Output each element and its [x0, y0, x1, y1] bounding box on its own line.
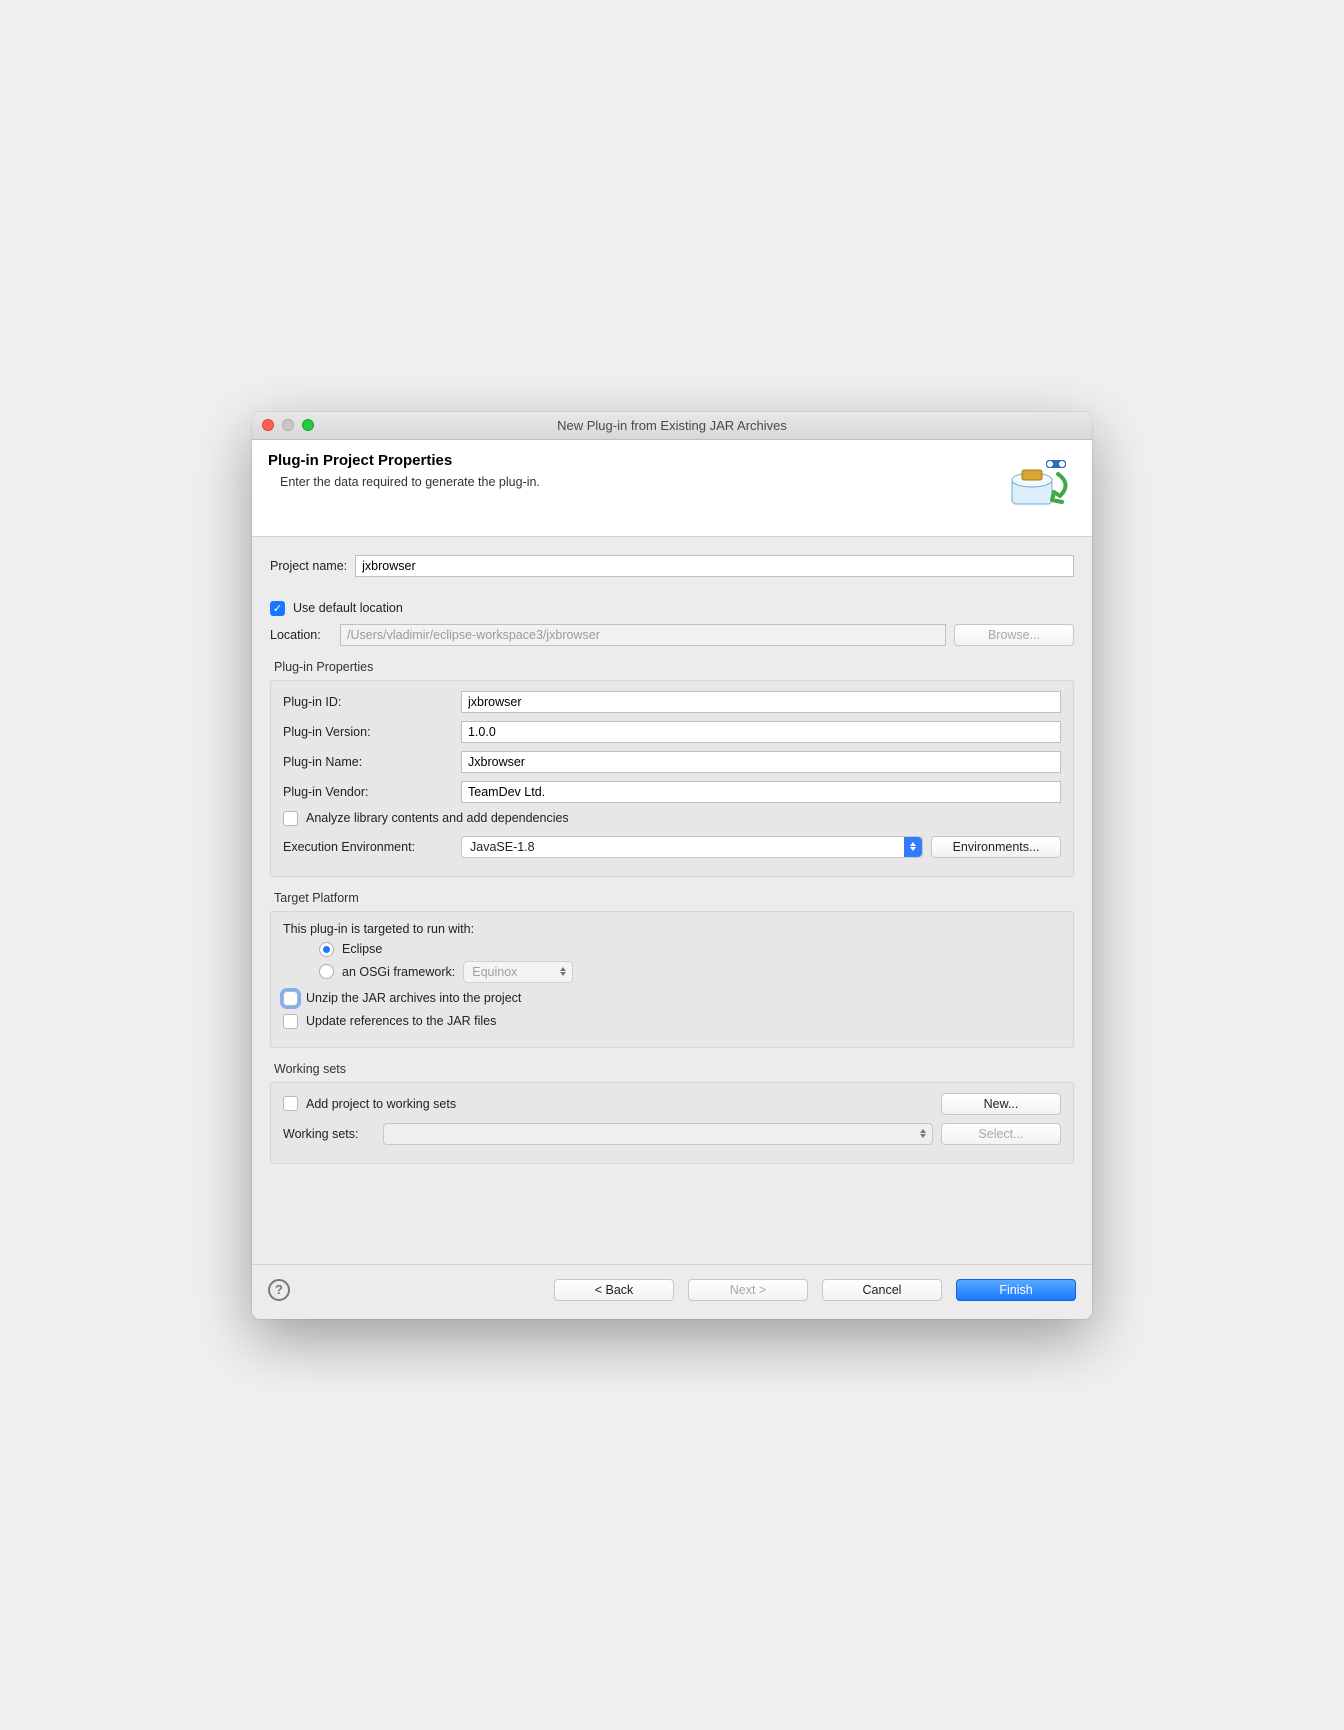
- unzip-jars-label: Unzip the JAR archives into the project: [306, 991, 521, 1005]
- update-refs-checkbox[interactable]: Update references to the JAR files: [283, 1014, 1061, 1029]
- use-default-location-checkbox[interactable]: ✓ Use default location: [270, 601, 1074, 616]
- target-intro: This plug-in is targeted to run with:: [283, 922, 1061, 936]
- unzip-jars-checkbox[interactable]: Unzip the JAR archives into the project: [283, 991, 1061, 1006]
- plugin-name-label: Plug-in Name:: [283, 755, 453, 769]
- radio-empty-icon: [319, 964, 334, 979]
- checkbox-focused-icon: [283, 991, 298, 1006]
- execution-env-label: Execution Environment:: [283, 840, 453, 854]
- wizard-window: New Plug-in from Existing JAR Archives P…: [252, 412, 1092, 1319]
- plugin-name-input[interactable]: [461, 751, 1061, 773]
- help-icon[interactable]: ?: [268, 1279, 290, 1301]
- project-name-label: Project name:: [270, 559, 347, 573]
- project-name-input[interactable]: [355, 555, 1074, 577]
- use-default-location-label: Use default location: [293, 601, 403, 615]
- wizard-jar-icon: [1004, 452, 1076, 524]
- execution-env-select[interactable]: JavaSE-1.8: [461, 836, 923, 858]
- next-button: Next >: [688, 1279, 808, 1301]
- window-title: New Plug-in from Existing JAR Archives: [252, 418, 1092, 433]
- working-sets-label: Working sets:: [283, 1127, 375, 1141]
- location-label: Location:: [270, 628, 332, 642]
- add-to-working-sets-checkbox[interactable]: Add project to working sets: [283, 1096, 456, 1111]
- new-working-set-button[interactable]: New...: [941, 1093, 1061, 1115]
- environments-button[interactable]: Environments...: [931, 836, 1061, 858]
- close-icon[interactable]: [262, 419, 274, 431]
- checkmark-icon: ✓: [270, 601, 285, 616]
- working-sets-select: [383, 1123, 933, 1145]
- page-title: Plug-in Project Properties: [268, 452, 1004, 469]
- analyze-dependencies-label: Analyze library contents and add depende…: [306, 811, 569, 825]
- select-working-set-button: Select...: [941, 1123, 1061, 1145]
- plugin-version-input[interactable]: [461, 721, 1061, 743]
- plugin-version-label: Plug-in Version:: [283, 725, 453, 739]
- titlebar: New Plug-in from Existing JAR Archives: [252, 412, 1092, 440]
- updown-icon: [914, 1124, 932, 1144]
- plugin-properties-title: Plug-in Properties: [274, 660, 1074, 674]
- target-osgi-label: an OSGi framework:: [342, 965, 455, 979]
- target-osgi-radio[interactable]: an OSGi framework: Equinox: [319, 961, 1061, 983]
- target-eclipse-label: Eclipse: [342, 942, 382, 956]
- checkbox-empty-icon: [283, 1096, 298, 1111]
- updown-icon: [554, 962, 572, 982]
- target-platform-group: This plug-in is targeted to run with: Ec…: [270, 911, 1074, 1048]
- updown-icon: [904, 837, 922, 857]
- minimize-icon: [282, 419, 294, 431]
- browse-button: Browse...: [954, 624, 1074, 646]
- target-platform-title: Target Platform: [274, 891, 1074, 905]
- plugin-id-label: Plug-in ID:: [283, 695, 453, 709]
- back-button[interactable]: < Back: [554, 1279, 674, 1301]
- target-eclipse-radio[interactable]: Eclipse: [319, 942, 1061, 957]
- checkbox-empty-icon: [283, 811, 298, 826]
- wizard-header: Plug-in Project Properties Enter the dat…: [252, 440, 1092, 537]
- working-sets-group: Add project to working sets New... Worki…: [270, 1082, 1074, 1164]
- wizard-body: Project name: ✓ Use default location Loc…: [252, 537, 1092, 1264]
- location-input: [340, 624, 946, 646]
- plugin-vendor-label: Plug-in Vendor:: [283, 785, 453, 799]
- plugin-id-input[interactable]: [461, 691, 1061, 713]
- wizard-footer: ? < Back Next > Cancel Finish: [252, 1264, 1092, 1319]
- osgi-framework-select: Equinox: [463, 961, 573, 983]
- checkbox-empty-icon: [283, 1014, 298, 1029]
- plugin-properties-group: Plug-in ID: Plug-in Version: Plug-in Nam…: [270, 680, 1074, 877]
- update-refs-label: Update references to the JAR files: [306, 1014, 496, 1028]
- maximize-icon[interactable]: [302, 419, 314, 431]
- page-subtitle: Enter the data required to generate the …: [268, 475, 1004, 489]
- osgi-framework-value: Equinox: [472, 965, 517, 979]
- working-sets-title: Working sets: [274, 1062, 1074, 1076]
- window-controls: [262, 419, 314, 431]
- execution-env-value: JavaSE-1.8: [470, 840, 535, 854]
- cancel-button[interactable]: Cancel: [822, 1279, 942, 1301]
- analyze-dependencies-checkbox[interactable]: Analyze library contents and add depende…: [283, 811, 1061, 826]
- radio-checked-icon: [319, 942, 334, 957]
- plugin-vendor-input[interactable]: [461, 781, 1061, 803]
- add-to-working-sets-label: Add project to working sets: [306, 1097, 456, 1111]
- finish-button[interactable]: Finish: [956, 1279, 1076, 1301]
